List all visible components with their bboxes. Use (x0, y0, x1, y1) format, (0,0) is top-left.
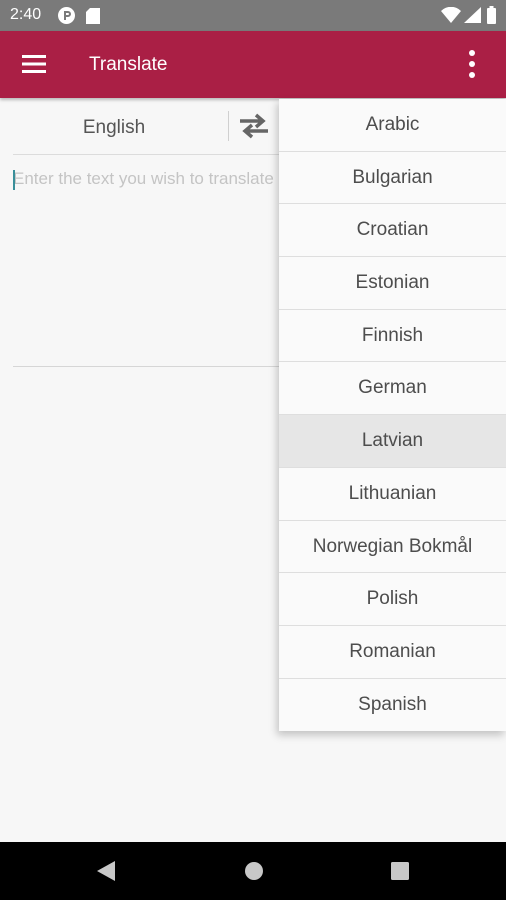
language-option-norwegian-bokmal[interactable]: Norwegian Bokmål (279, 521, 506, 574)
signal-icon (464, 7, 481, 23)
status-time: 2:40 (10, 6, 42, 23)
language-option-lithuanian[interactable]: Lithuanian (279, 468, 506, 521)
toolbar-title: Translate (89, 54, 168, 75)
back-icon[interactable] (96, 860, 116, 882)
language-option-romanian[interactable]: Romanian (279, 626, 506, 679)
language-option-estonian[interactable]: Estonian (279, 257, 506, 310)
battery-icon (487, 6, 496, 24)
language-option-finnish[interactable]: Finnish (279, 310, 506, 363)
more-vert-icon[interactable] (462, 49, 482, 79)
translate-input[interactable] (13, 165, 278, 369)
language-option-latvian[interactable]: Latvian (279, 415, 506, 468)
home-icon[interactable] (244, 861, 264, 881)
app-toolbar: Translate (0, 31, 506, 98)
language-option-spanish[interactable]: Spanish (279, 679, 506, 732)
system-nav-bar (0, 842, 506, 900)
sd-card-icon (86, 8, 100, 24)
language-option-croatian[interactable]: Croatian (279, 204, 506, 258)
text-cursor (13, 170, 15, 190)
language-option-bulgarian[interactable]: Bulgarian (279, 152, 506, 205)
wifi-icon (441, 7, 461, 23)
recents-icon[interactable] (391, 862, 409, 880)
language-option-german[interactable]: German (279, 362, 506, 416)
p-notification-icon (58, 7, 75, 24)
source-language-selector[interactable]: English (14, 102, 214, 154)
input-underline (13, 366, 279, 367)
language-divider (228, 111, 229, 141)
status-bar: 2:40 (0, 0, 506, 31)
swap-arrows-icon[interactable] (236, 112, 272, 140)
language-option-polish[interactable]: Polish (279, 573, 506, 626)
language-option-arabic[interactable]: Arabic (279, 99, 506, 152)
hamburger-menu-icon[interactable] (22, 53, 48, 75)
target-language-dropdown: Arabic Bulgarian Croatian Estonian Finni… (279, 99, 506, 732)
header-divider (13, 154, 279, 155)
